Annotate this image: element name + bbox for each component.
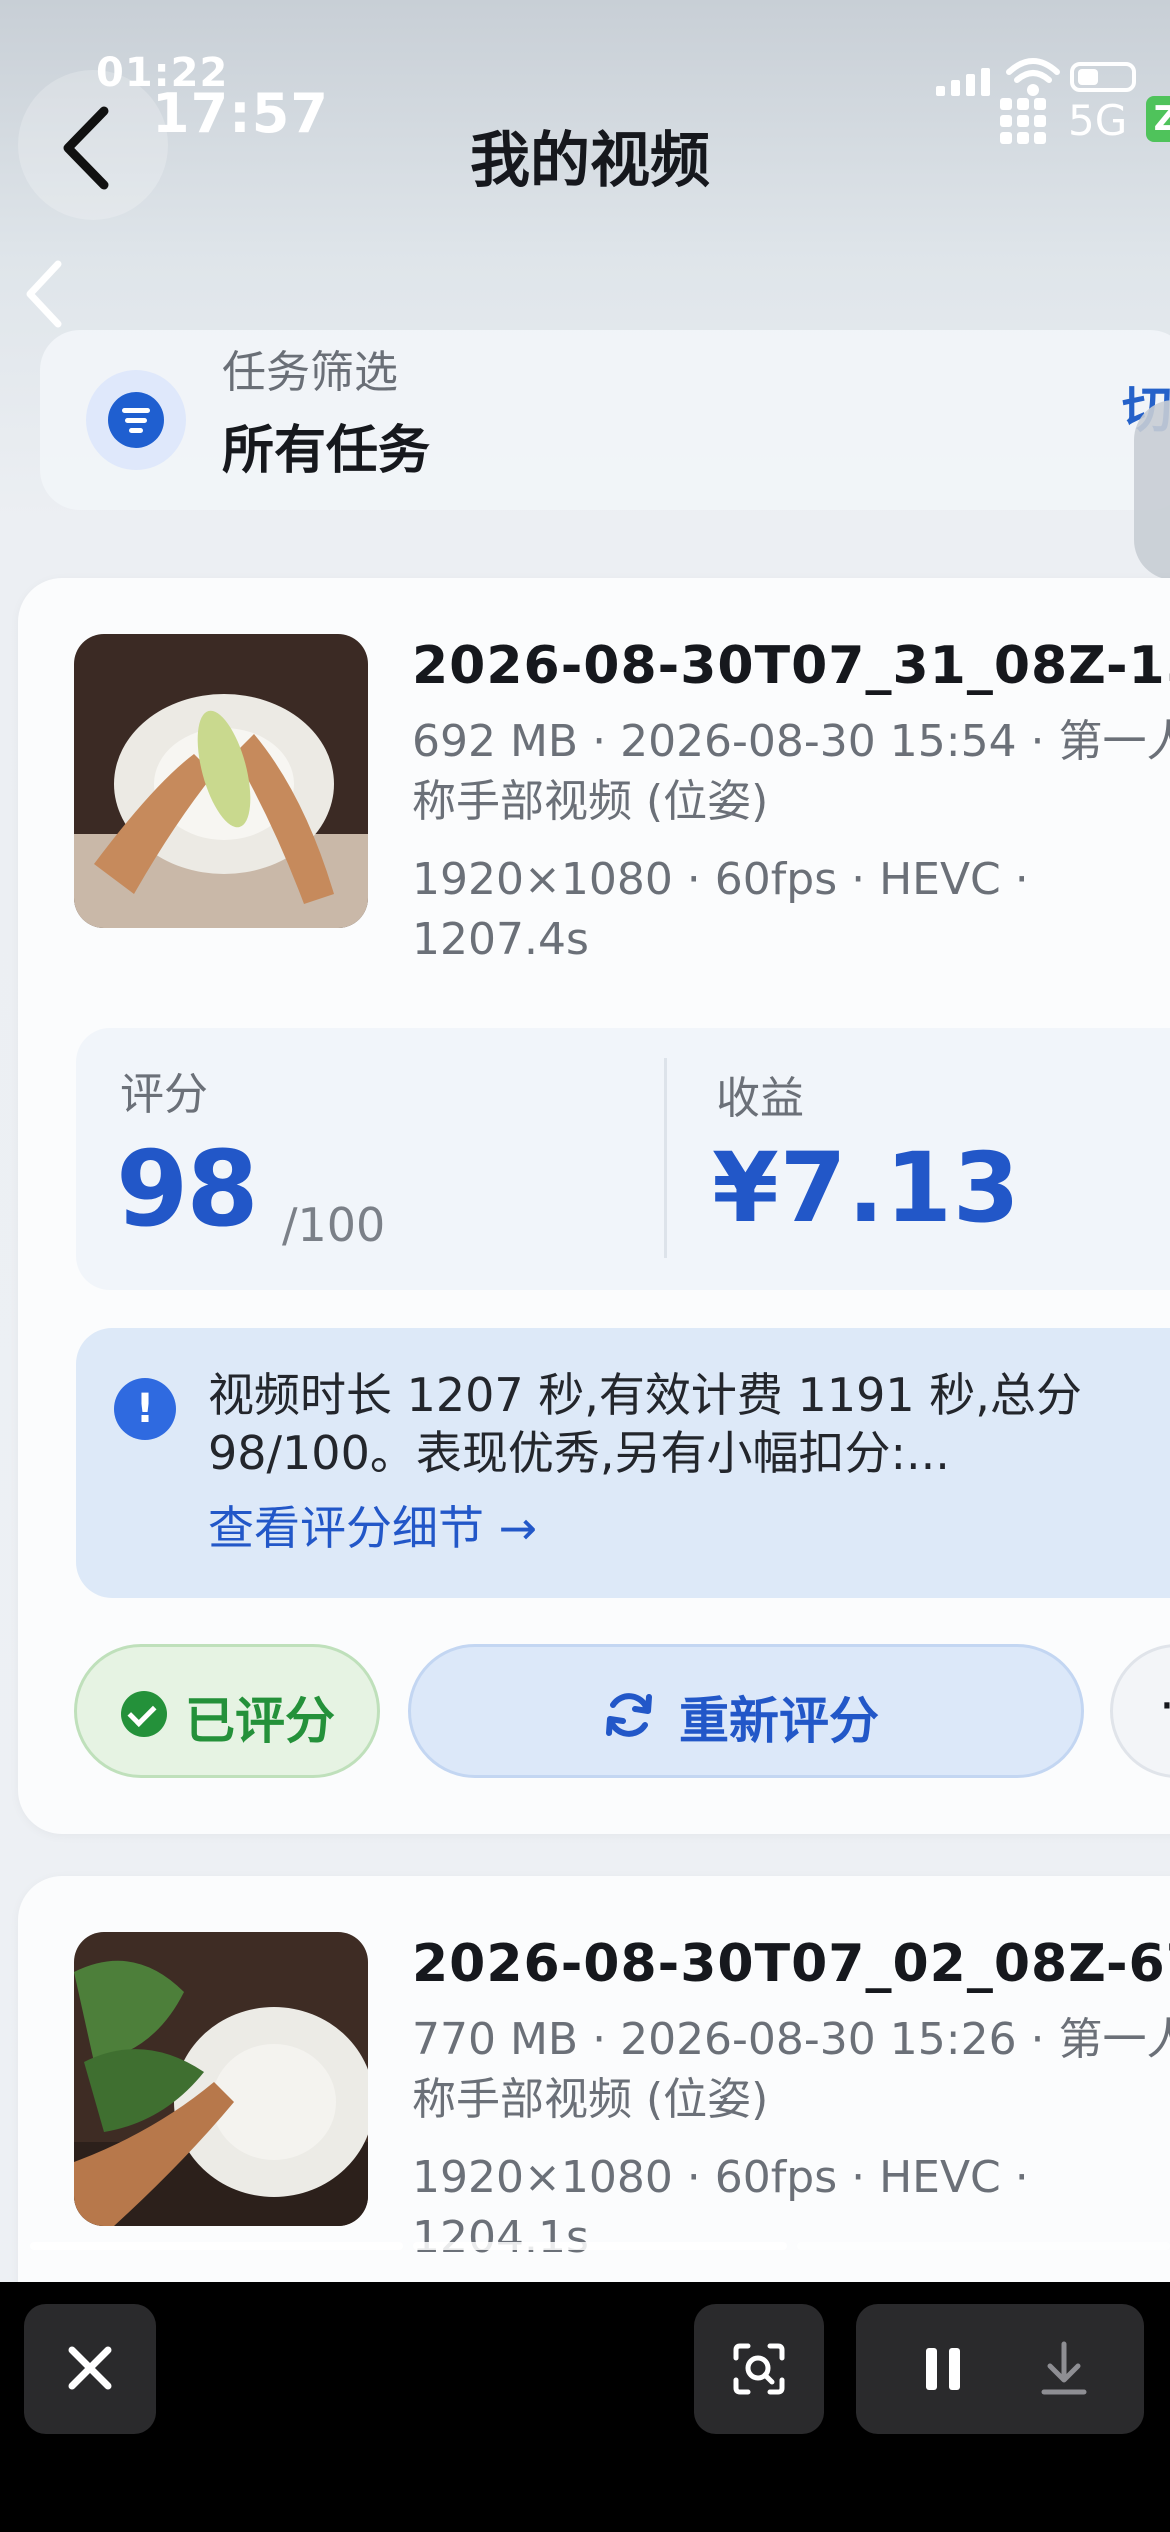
filter-icon <box>86 370 186 470</box>
score-note: ! 视频时长 1207 秒,有效计费 1191 秒,总分 98/100。表现优秀… <box>76 1328 1170 1598</box>
scan-button[interactable] <box>694 2304 824 2434</box>
divider <box>664 1058 667 1258</box>
recording-toolbar <box>0 2282 1170 2532</box>
score-value: 98 <box>116 1128 259 1250</box>
filter-value: 所有任务 <box>222 421 431 481</box>
exclamation-icon: ! <box>114 1378 176 1440</box>
video-spec: 1920×1080 · 60fps · HEVC · 1207.4s <box>412 854 1029 965</box>
task-filter-bar[interactable]: 任务筛选 所有任务 切换 <box>40 330 1170 510</box>
video-card: 2026-08-30T07_31_08Z-15 692 MB · 2026-08… <box>18 578 1170 1834</box>
check-circle-icon <box>121 1691 167 1737</box>
video-meta: 770 MB · 2026-08-30 15:26 · 第一人称手部视频 (位姿… <box>412 2014 1170 2125</box>
scored-status-button[interactable]: 已评分 <box>74 1644 380 1778</box>
chevron-left-icon[interactable] <box>22 258 66 330</box>
score-max: /100 <box>282 1198 386 1252</box>
pause-icon[interactable] <box>904 2304 984 2434</box>
video-title: 2026-08-30T07_02_08Z-67 <box>412 1934 1170 1994</box>
video-title: 2026-08-30T07_31_08Z-15 <box>412 636 1170 696</box>
assistive-touch-button[interactable] <box>1134 400 1170 580</box>
app-screen: 01:22 17:57 5G Z 我的视频 任务筛选 所有任务 2026-08-… <box>0 0 1170 2532</box>
refresh-icon <box>606 1693 652 1737</box>
note-text: 视频时长 1207 秒,有效计费 1191 秒,总分 98/100。表现优秀,另… <box>208 1368 1082 1480</box>
close-button[interactable] <box>24 2304 156 2434</box>
video-meta: 692 MB · 2026-08-30 15:54 · 第一人称手部视频 (位姿… <box>412 716 1170 827</box>
rescore-label: 重新评分 <box>679 1692 879 1750</box>
income-label: 收益 <box>716 1073 804 1124</box>
download-icon[interactable] <box>1024 2304 1104 2434</box>
signal-icon <box>936 68 990 96</box>
video-thumbnail[interactable] <box>74 634 368 928</box>
view-score-details-link[interactable]: 查看评分细节 → <box>208 1492 537 1558</box>
page-title: 我的视频 <box>470 126 710 196</box>
video-thumbnail[interactable] <box>74 1932 368 2226</box>
filter-label: 任务筛选 <box>222 347 398 398</box>
recording-progress <box>30 2242 1170 2250</box>
income-value: ¥7.13 <box>712 1132 1021 1244</box>
score-label: 评分 <box>120 1069 208 1120</box>
scored-label: 已评分 <box>185 1692 335 1750</box>
video-spec: 1920×1080 · 60fps · HEVC · 1204.1s <box>412 2152 1029 2263</box>
more-label: · <box>1159 1677 1170 1735</box>
battery-icon <box>1070 62 1136 92</box>
rescore-button[interactable]: 重新评分 <box>408 1644 1084 1778</box>
more-button[interactable]: · <box>1110 1644 1170 1778</box>
score-summary: 评分 98 /100 收益 ¥7.13 <box>76 1028 1170 1290</box>
wifi-icon <box>1006 58 1060 96</box>
scan-icon <box>733 2343 785 2395</box>
playback-controls <box>856 2304 1144 2434</box>
close-icon <box>68 2346 112 2390</box>
